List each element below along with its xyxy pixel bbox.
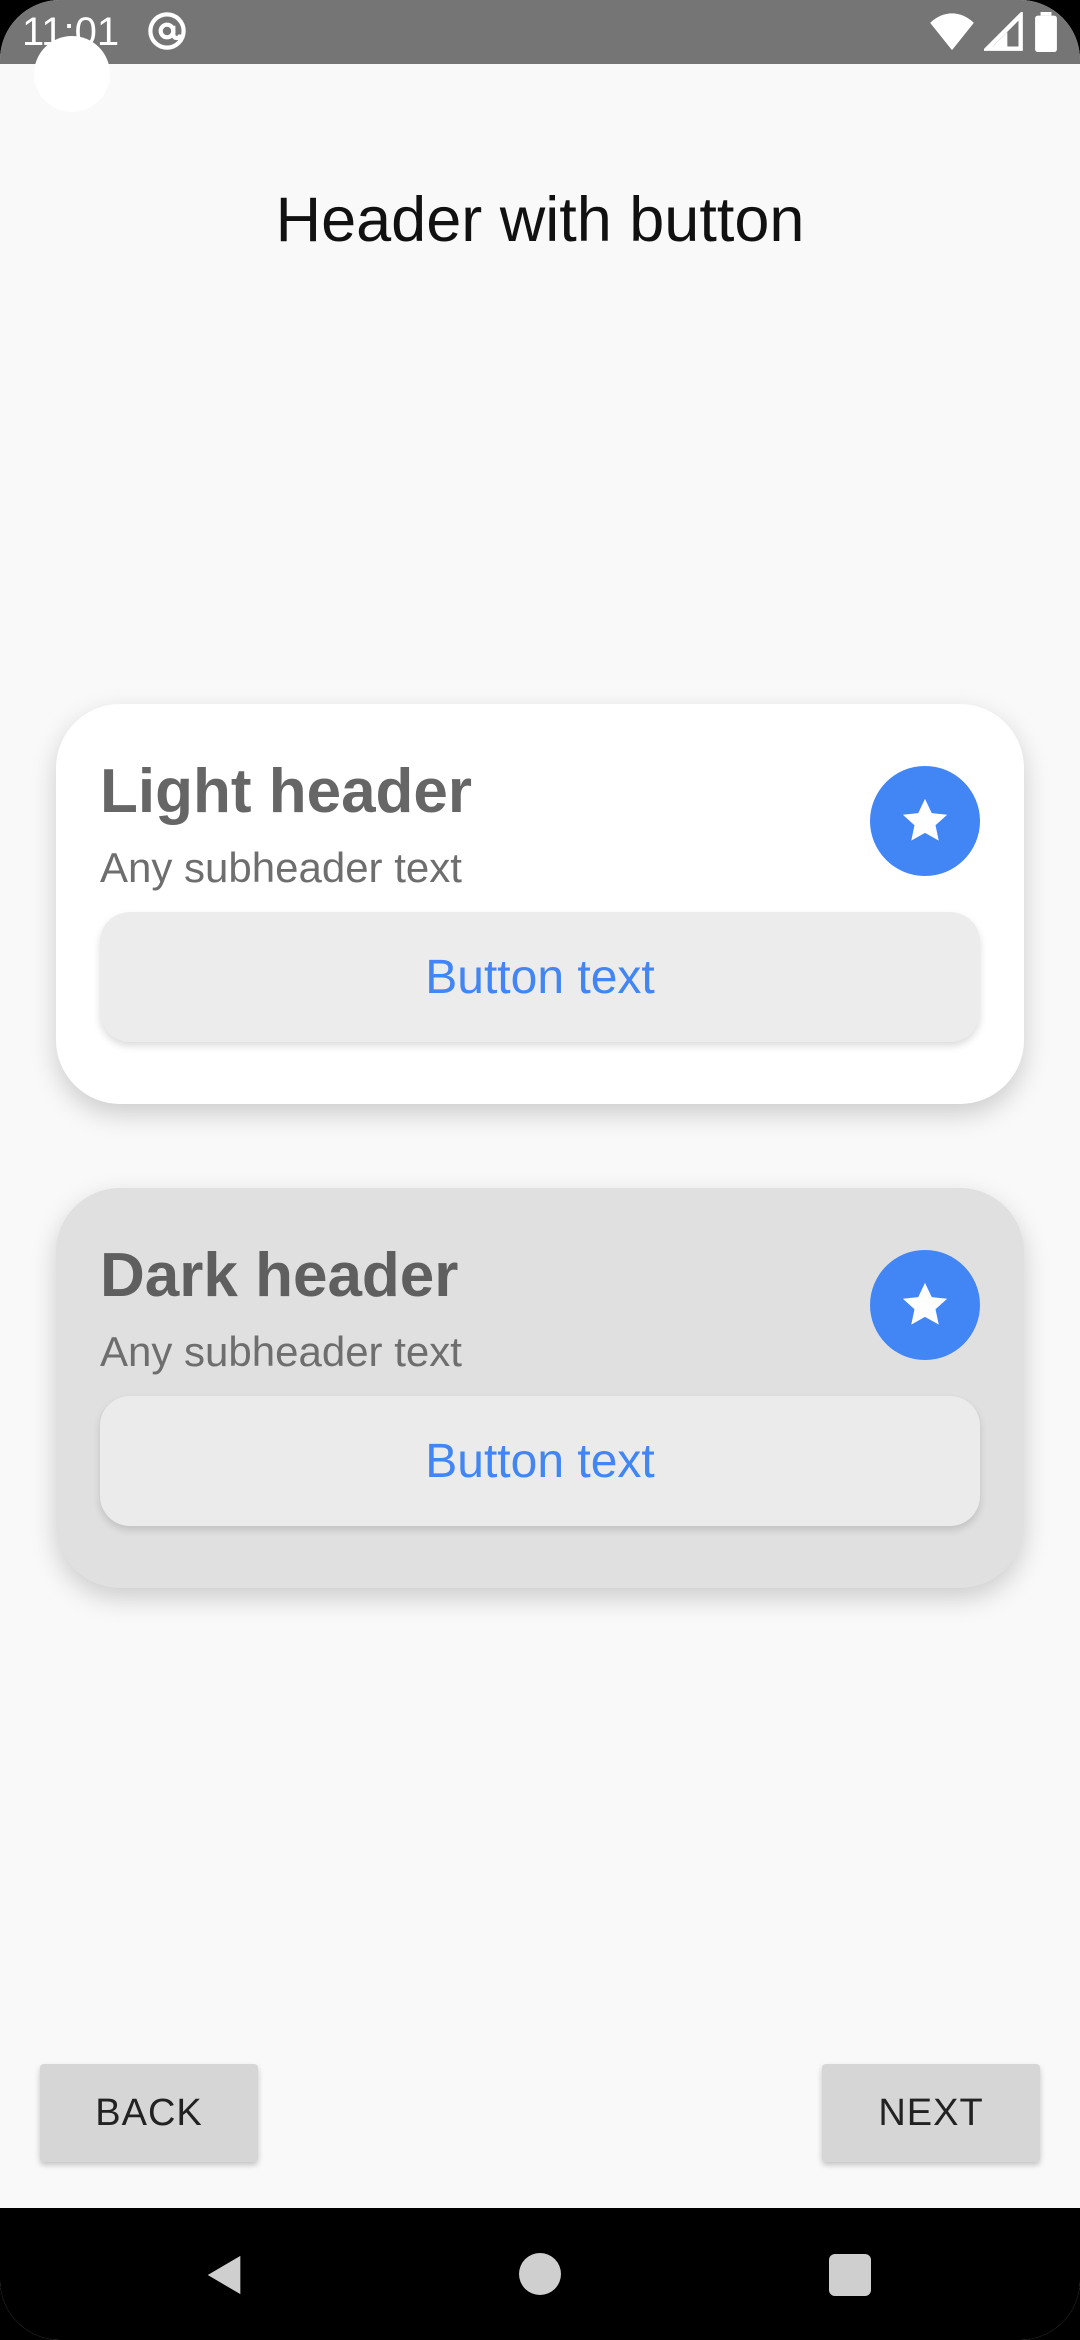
status-bar: 11:01 xyxy=(0,0,1080,64)
dark-header-card: Dark header Any subheader text Button te… xyxy=(56,1188,1024,1588)
system-back-icon[interactable] xyxy=(202,2252,248,2298)
card-action-button[interactable]: Button text xyxy=(100,912,980,1042)
system-home-icon[interactable] xyxy=(519,2253,561,2295)
at-sign-icon xyxy=(146,10,188,52)
wifi-icon xyxy=(930,12,974,62)
card-subtitle: Any subheader text xyxy=(100,1328,462,1375)
app-screen: 11:01 Header with button Light header An… xyxy=(0,0,1080,2340)
card-title: Light header xyxy=(100,757,473,826)
light-header-card: Light header Any subheader text Button t… xyxy=(56,704,1024,1104)
battery-icon xyxy=(1034,12,1058,62)
star-icon xyxy=(902,1282,948,1325)
star-button[interactable] xyxy=(870,766,980,876)
camera-cutout xyxy=(34,36,110,112)
page-title: Header with button xyxy=(275,185,805,255)
star-button[interactable] xyxy=(870,1250,980,1360)
status-icons xyxy=(930,10,1058,62)
next-button[interactable]: NEXT xyxy=(822,2064,1040,2162)
star-icon xyxy=(902,798,948,841)
system-navigation-bar xyxy=(0,2208,1080,2340)
back-button[interactable]: BACK xyxy=(40,2064,258,2162)
system-recents-icon[interactable] xyxy=(829,2254,871,2296)
card-title: Dark header xyxy=(100,1241,459,1310)
signal-icon xyxy=(982,10,1024,62)
card-subtitle: Any subheader text xyxy=(100,844,462,891)
card-action-button[interactable]: Button text xyxy=(100,1396,980,1526)
